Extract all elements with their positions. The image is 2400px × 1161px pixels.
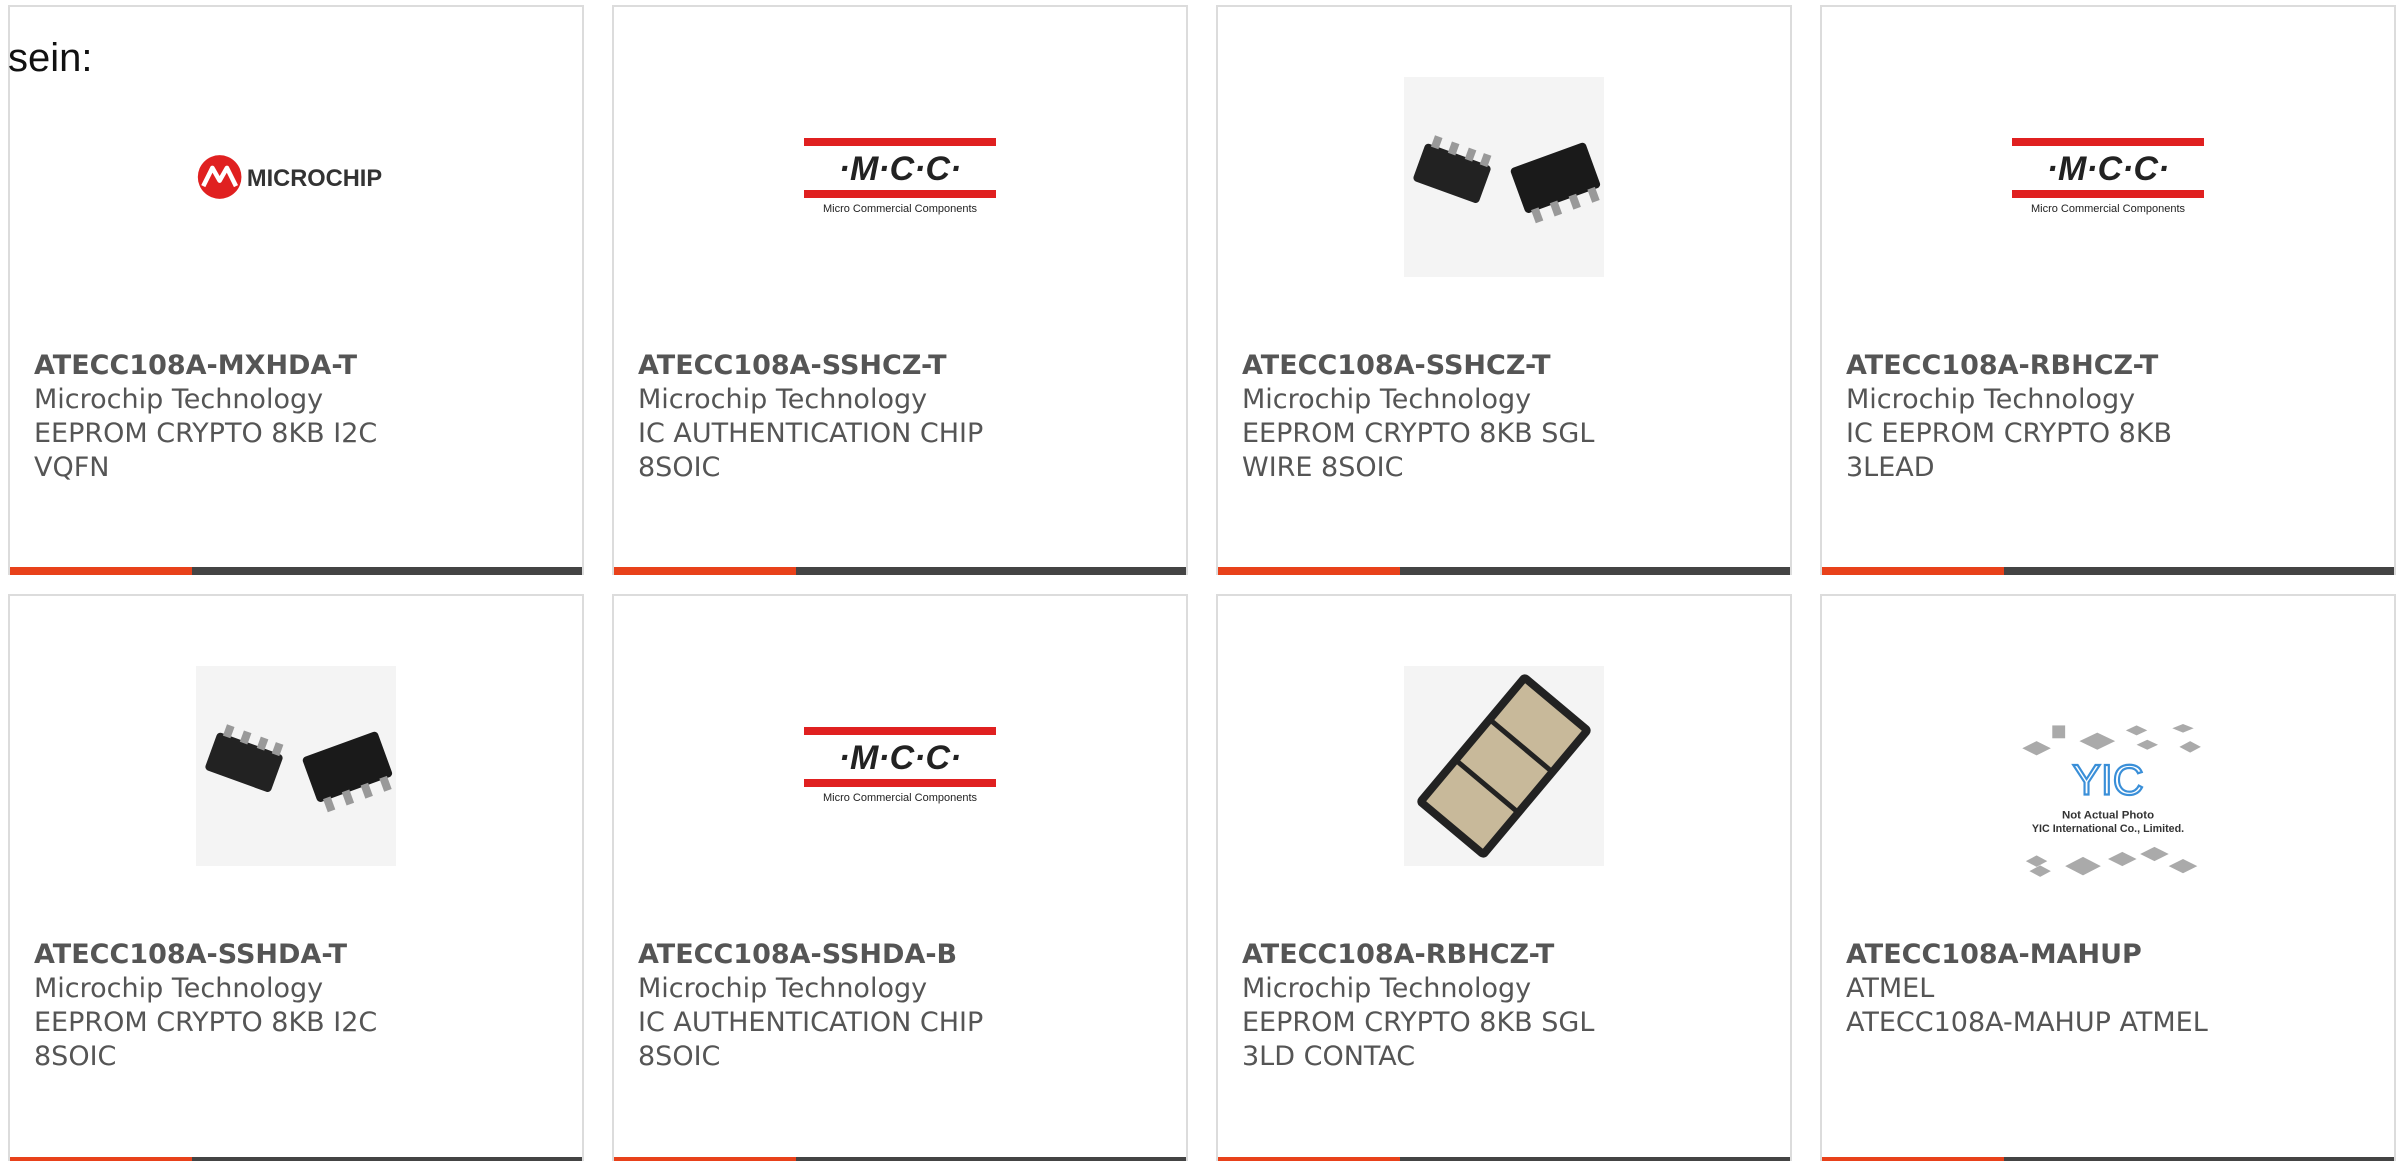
- card-bottom-bar: [1218, 567, 1790, 575]
- mcc-logo: ·M·C·C· Micro Commercial Components: [800, 666, 1000, 866]
- manufacturer: Microchip Technology: [638, 384, 928, 415]
- soic-chip-photo: [1404, 77, 1604, 277]
- part-number[interactable]: ATECC108A-MXHDA-T: [34, 349, 558, 383]
- card-bottom-bar: [10, 567, 582, 575]
- card-bottom-bar: [1822, 567, 2394, 575]
- manufacturer: Microchip Technology: [34, 973, 324, 1004]
- card-bottom-bar: [1822, 1157, 2394, 1161]
- intro-text: sein:: [8, 36, 93, 80]
- svg-text:Micro Commercial Components: Micro Commercial Components: [823, 203, 978, 215]
- part-number[interactable]: ATECC108A-SSHDA-T: [34, 938, 558, 972]
- part-number[interactable]: ATECC108A-SSHDA-B: [638, 938, 1162, 972]
- description: EEPROM CRYPTO 8KB I2C 8SOIC: [34, 1007, 378, 1072]
- svg-text:Micro Commercial Components: Micro Commercial Components: [2031, 203, 2186, 215]
- svg-text:Not Actual Photo: Not Actual Photo: [2062, 809, 2154, 821]
- card-bottom-bar: [10, 1157, 582, 1161]
- product-card[interactable]: ·M·C·C· Micro Commercial Components ATEC…: [612, 594, 1188, 1161]
- product-card[interactable]: ATECC108A-SSHCZ-T Microchip Technology E…: [1216, 5, 1792, 575]
- part-number[interactable]: ATECC108A-RBHCZ-T: [1846, 349, 2370, 383]
- part-number[interactable]: ATECC108A-SSHCZ-T: [638, 349, 1162, 383]
- product-card[interactable]: ATECC108A-RBHCZ-T Microchip Technology E…: [1216, 594, 1792, 1161]
- part-number[interactable]: ATECC108A-RBHCZ-T: [1242, 938, 1766, 972]
- svg-text:·M·C·C·: ·M·C·C·: [2047, 150, 2170, 188]
- part-number[interactable]: ATECC108A-MAHUP: [1846, 938, 2370, 972]
- description: IC AUTHENTICATION CHIP 8SOIC: [638, 1007, 984, 1072]
- product-card[interactable]: ·M·C·C· Micro Commercial Components ATEC…: [612, 5, 1188, 575]
- description: IC EEPROM CRYPTO 8KB 3LEAD: [1846, 418, 2173, 483]
- description: ATECC108A-MAHUP ATMEL: [1846, 1007, 2208, 1038]
- manufacturer: Microchip Technology: [1846, 384, 2136, 415]
- product-card[interactable]: MICROCHIP ATECC108A-MXHDA-T Microchip Te…: [8, 5, 584, 575]
- product-grid: MICROCHIP ATECC108A-MXHDA-T Microchip Te…: [0, 0, 2400, 1161]
- soic-chip-photo: [196, 666, 396, 866]
- description: EEPROM CRYPTO 8KB I2C VQFN: [34, 418, 378, 483]
- description: IC AUTHENTICATION CHIP 8SOIC: [638, 418, 984, 483]
- card-bottom-bar: [614, 567, 1186, 575]
- svg-text:YIC: YIC: [2072, 757, 2143, 805]
- product-card[interactable]: YIC Not Actual Photo YIC International C…: [1820, 594, 2396, 1161]
- svg-text:·M·C·C·: ·M·C·C·: [839, 150, 962, 188]
- microchip-logo: MICROCHIP: [196, 77, 396, 277]
- svg-text:·M·C·C·: ·M·C·C·: [839, 739, 962, 777]
- yic-placeholder: YIC Not Actual Photo YIC International C…: [2008, 684, 2208, 934]
- svg-text:Micro Commercial Components: Micro Commercial Components: [823, 792, 978, 804]
- product-card[interactable]: ATECC108A-SSHDA-T Microchip Technology E…: [8, 594, 584, 1161]
- manufacturer: Microchip Technology: [638, 973, 928, 1004]
- card-bottom-bar: [614, 1157, 1186, 1161]
- contact-package-photo: [1404, 666, 1604, 866]
- manufacturer: ATMEL: [1846, 973, 1935, 1004]
- mcc-logo: ·M·C·C· Micro Commercial Components: [2008, 77, 2208, 277]
- product-card[interactable]: ·M·C·C· Micro Commercial Components ATEC…: [1820, 5, 2396, 575]
- manufacturer: Microchip Technology: [1242, 973, 1532, 1004]
- description: EEPROM CRYPTO 8KB SGL WIRE 8SOIC: [1242, 418, 1595, 483]
- part-number[interactable]: ATECC108A-SSHCZ-T: [1242, 349, 1766, 383]
- description: EEPROM CRYPTO 8KB SGL 3LD CONTAC: [1242, 1007, 1595, 1072]
- card-bottom-bar: [1218, 1157, 1790, 1161]
- manufacturer: Microchip Technology: [1242, 384, 1532, 415]
- svg-text:MICROCHIP: MICROCHIP: [247, 166, 382, 192]
- manufacturer: Microchip Technology: [34, 384, 324, 415]
- svg-text:YIC International Co., Limited: YIC International Co., Limited.: [2032, 823, 2184, 835]
- mcc-logo: ·M·C·C· Micro Commercial Components: [800, 77, 1000, 277]
